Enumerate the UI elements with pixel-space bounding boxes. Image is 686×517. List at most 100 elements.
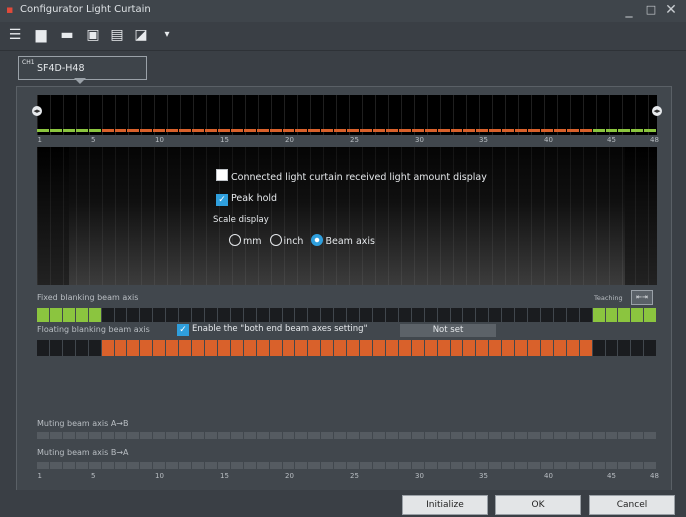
save-as-icon[interactable]: ▤ <box>108 26 126 44</box>
muting-beam-cell[interactable] <box>243 432 256 439</box>
floating-beam-cell[interactable] <box>217 340 230 356</box>
floating-beam-cell[interactable] <box>153 340 166 356</box>
muting-beam-cell[interactable] <box>217 462 230 469</box>
minimize-button[interactable]: _ <box>621 2 637 18</box>
floating-beam-cell[interactable] <box>269 340 282 356</box>
teaching-button[interactable]: ⇤⇥ <box>631 290 653 305</box>
muting-beam-cell[interactable] <box>321 462 334 469</box>
muting-beam-cell[interactable] <box>192 432 204 439</box>
fixed-beam-cell[interactable] <box>463 308 476 322</box>
fixed-beam-cell[interactable] <box>295 308 308 322</box>
muting-beam-cell[interactable] <box>437 462 450 469</box>
muting-beam-cell[interactable] <box>579 432 592 439</box>
fixed-beam-cell[interactable] <box>308 308 321 322</box>
monitor-icon[interactable]: ◪ <box>132 26 150 44</box>
floating-beam-cell[interactable] <box>540 340 553 356</box>
floating-beam-cell[interactable] <box>308 340 321 356</box>
fixed-beam-cell[interactable] <box>528 308 540 322</box>
fixed-beam-cell[interactable] <box>644 308 657 322</box>
muting-beam-cell[interactable] <box>489 432 502 439</box>
muting-beam-cell[interactable] <box>463 432 476 439</box>
fixed-beam-cell[interactable] <box>515 308 528 322</box>
muting-beam-cell[interactable] <box>515 432 528 439</box>
muting-beam-cell[interactable] <box>411 462 424 469</box>
muting-beam-cell[interactable] <box>347 432 360 439</box>
floating-beam-cell[interactable] <box>256 340 269 356</box>
fixed-beam-cell[interactable] <box>631 308 644 322</box>
floating-beam-cell[interactable] <box>437 340 450 356</box>
muting-beam-cell[interactable] <box>424 462 437 469</box>
muting-beam-cell[interactable] <box>540 462 553 469</box>
floating-beam-cell[interactable] <box>204 340 217 356</box>
ok-button[interactable]: OK <box>495 495 581 515</box>
fixed-beam-cell[interactable] <box>476 308 489 322</box>
muting-beam-cell[interactable] <box>411 432 424 439</box>
muting-beam-cell[interactable] <box>269 432 282 439</box>
floating-beam-cell[interactable] <box>489 340 502 356</box>
muting-beam-cell[interactable] <box>101 462 114 469</box>
floating-beam-cell[interactable] <box>450 340 463 356</box>
floating-beam-cell[interactable] <box>49 340 62 356</box>
floating-beam-cell[interactable] <box>347 340 360 356</box>
muting-beam-cell[interactable] <box>37 462 49 469</box>
muting-beam-cell[interactable] <box>566 462 579 469</box>
floating-beam-cell[interactable] <box>502 340 515 356</box>
floating-beam-cell[interactable] <box>579 340 592 356</box>
muting-beam-cell[interactable] <box>502 462 515 469</box>
muting-beam-cell[interactable] <box>37 432 49 439</box>
menu-icon[interactable]: ☰ <box>6 26 24 44</box>
fixed-beam-cell[interactable] <box>140 308 153 322</box>
muting-beam-cell[interactable] <box>437 432 450 439</box>
beam-overview-graph[interactable] <box>37 95 657 135</box>
floating-beam-cell[interactable] <box>334 340 347 356</box>
muting-beam-cell[interactable] <box>192 462 204 469</box>
fixed-beam-cell[interactable] <box>579 308 592 322</box>
cancel-button[interactable]: Cancel <box>589 495 675 515</box>
floating-beam-cell[interactable] <box>75 340 88 356</box>
muting-beam-cell[interactable] <box>75 462 88 469</box>
muting-beam-cell[interactable] <box>101 432 114 439</box>
floating-beam-cell[interactable] <box>515 340 528 356</box>
floating-beam-cell[interactable] <box>372 340 385 356</box>
floating-beam-cell[interactable] <box>114 340 127 356</box>
muting-beam-cell[interactable] <box>321 432 334 439</box>
muting-beam-cell[interactable] <box>295 432 308 439</box>
fixed-beam-cell[interactable] <box>553 308 566 322</box>
fixed-beam-cell[interactable] <box>360 308 372 322</box>
floating-beam-cell[interactable] <box>592 340 605 356</box>
fixed-beam-cell[interactable] <box>217 308 230 322</box>
muting-beam-cell[interactable] <box>644 432 657 439</box>
peak-hold-checkbox[interactable]: ✓ <box>216 194 228 206</box>
muting-beam-cell[interactable] <box>502 432 515 439</box>
muting-beam-cell[interactable] <box>566 432 579 439</box>
floating-beam-cell[interactable] <box>321 340 334 356</box>
muting-beam-cell[interactable] <box>476 432 489 439</box>
fixed-beam-cell[interactable] <box>166 308 179 322</box>
muting-beam-cell[interactable] <box>308 462 321 469</box>
floating-beam-cell[interactable] <box>618 340 631 356</box>
muting-beam-cell[interactable] <box>114 462 127 469</box>
fixed-beam-cell[interactable] <box>256 308 269 322</box>
floating-beam-cell[interactable] <box>411 340 424 356</box>
fixed-beam-cell[interactable] <box>243 308 256 322</box>
floating-beam-cell[interactable] <box>88 340 101 356</box>
muting-beam-cell[interactable] <box>269 462 282 469</box>
dropdown-icon[interactable]: ▾ <box>158 26 176 44</box>
muting-beam-cell[interactable] <box>179 432 192 439</box>
muting-beam-cell[interactable] <box>528 462 540 469</box>
muting-beam-cell[interactable] <box>166 432 179 439</box>
fixed-beam-cell[interactable] <box>192 308 204 322</box>
muting-beam-cell[interactable] <box>282 432 295 439</box>
muting-beam-cell[interactable] <box>347 462 360 469</box>
muting-beam-cell[interactable] <box>127 462 140 469</box>
floating-beam-cell[interactable] <box>631 340 644 356</box>
muting-beam-cell[interactable] <box>308 432 321 439</box>
floating-beam-cell[interactable] <box>644 340 657 356</box>
save-icon[interactable]: ▣ <box>84 26 102 44</box>
muting-beam-cell[interactable] <box>372 432 385 439</box>
fixed-beam-cell[interactable] <box>37 308 49 322</box>
floating-beam-cell[interactable] <box>62 340 75 356</box>
muting-beam-cell[interactable] <box>605 432 618 439</box>
fixed-beam-cell[interactable] <box>269 308 282 322</box>
fixed-beam-cell[interactable] <box>282 308 295 322</box>
